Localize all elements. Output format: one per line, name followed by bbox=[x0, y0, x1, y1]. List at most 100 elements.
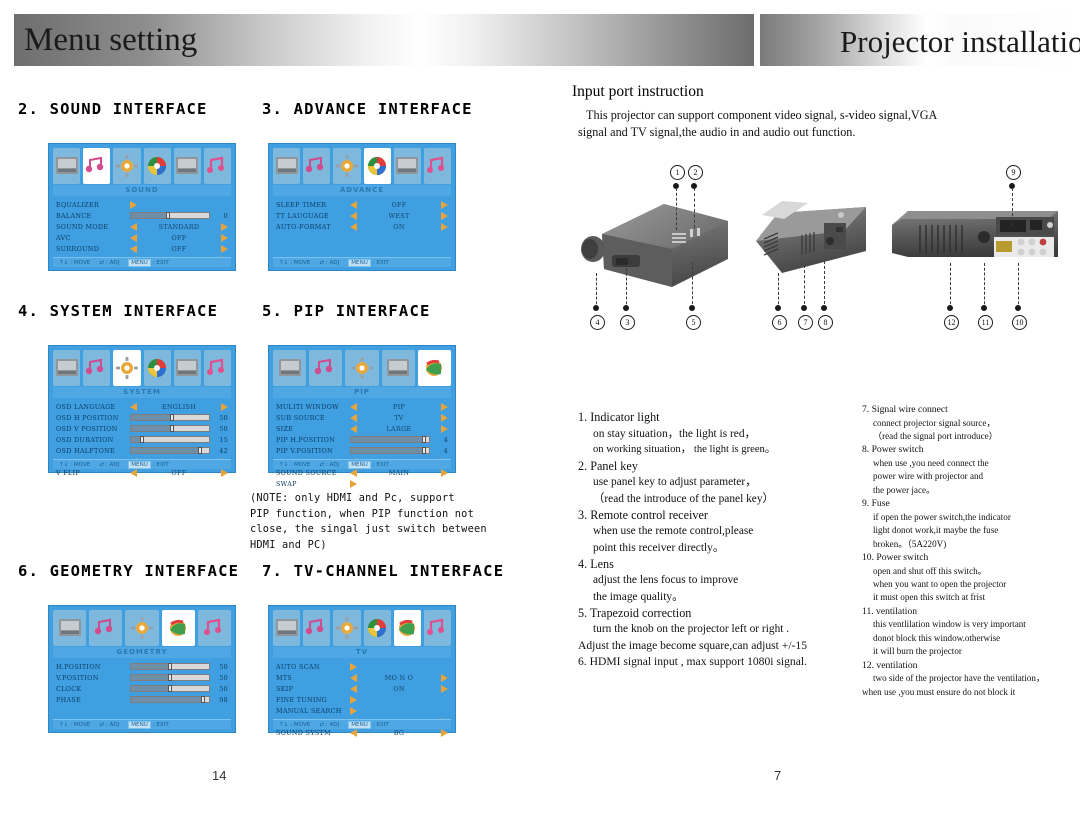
osd-tab-geometry[interactable] bbox=[161, 610, 195, 646]
osd-row-control[interactable] bbox=[350, 479, 448, 488]
right-arrow-icon[interactable] bbox=[441, 200, 448, 209]
osd-row-control[interactable]: 50 bbox=[130, 684, 228, 693]
osd-row[interactable]: V.POSITION 50 bbox=[56, 672, 228, 683]
osd-slider[interactable] bbox=[130, 436, 210, 443]
osd-row[interactable]: SUB SOURCE TV bbox=[276, 412, 448, 423]
osd-tab-sound[interactable] bbox=[303, 148, 331, 184]
osd-tab-pip-music[interactable] bbox=[423, 148, 452, 184]
right-arrow-icon[interactable] bbox=[441, 413, 448, 422]
osd-row[interactable]: H.POSITION 50 bbox=[56, 661, 228, 672]
osd-row[interactable]: SOUND MODE STANDARD bbox=[56, 221, 228, 232]
left-arrow-icon[interactable] bbox=[350, 684, 357, 693]
osd-row[interactable]: OSD LANGUAGE ENGLISH bbox=[56, 401, 228, 412]
osd-tab-pip-music[interactable] bbox=[203, 148, 232, 184]
right-arrow-icon[interactable] bbox=[350, 706, 357, 715]
osd-tab-tv-source[interactable] bbox=[173, 148, 201, 184]
right-arrow-icon[interactable] bbox=[221, 468, 228, 477]
osd-tab-pip-music[interactable] bbox=[203, 350, 232, 386]
osd-tab-tv-source[interactable] bbox=[393, 148, 421, 184]
osd-tab-system-gear[interactable] bbox=[125, 610, 159, 646]
osd-row-control[interactable]: MAIN bbox=[350, 468, 448, 477]
osd-row[interactable]: MULITI WINDOW PIP bbox=[276, 401, 448, 412]
osd-row-control[interactable]: 50 bbox=[130, 673, 228, 682]
osd-slider[interactable] bbox=[350, 447, 430, 454]
right-arrow-icon[interactable] bbox=[441, 468, 448, 477]
osd-row-control[interactable]: ON bbox=[350, 222, 448, 231]
left-arrow-icon[interactable] bbox=[350, 728, 357, 737]
osd-row-control[interactable]: LARGE bbox=[350, 424, 448, 433]
left-arrow-icon[interactable] bbox=[130, 222, 137, 231]
left-arrow-icon[interactable] bbox=[350, 211, 357, 220]
left-arrow-icon[interactable] bbox=[350, 402, 357, 411]
osd-slider[interactable] bbox=[130, 685, 210, 692]
left-arrow-icon[interactable] bbox=[130, 468, 137, 477]
left-arrow-icon[interactable] bbox=[350, 468, 357, 477]
right-arrow-icon[interactable] bbox=[221, 244, 228, 253]
right-arrow-icon[interactable] bbox=[441, 424, 448, 433]
osd-tab-geometry[interactable] bbox=[417, 350, 452, 386]
osd-row-control[interactable]: OFF bbox=[130, 468, 228, 477]
osd-row[interactable]: PIP V.POSITION 4 bbox=[276, 445, 448, 456]
osd-tab-pip-music[interactable] bbox=[423, 610, 452, 646]
osd-row-control[interactable]: 50 bbox=[130, 413, 228, 422]
right-arrow-icon[interactable] bbox=[350, 662, 357, 671]
osd-tab-system-gear[interactable] bbox=[113, 350, 141, 386]
osd-row[interactable]: MTS MO N O bbox=[276, 672, 448, 683]
osd-row-control[interactable]: BG bbox=[350, 728, 448, 737]
osd-slider[interactable] bbox=[130, 663, 210, 670]
osd-row-control[interactable]: 4 bbox=[350, 446, 448, 455]
osd-row-control[interactable]: 15 bbox=[130, 435, 228, 444]
osd-row[interactable]: PHASE 98 bbox=[56, 694, 228, 705]
osd-row-control[interactable] bbox=[350, 695, 448, 704]
osd-tab-tv-source[interactable] bbox=[273, 350, 307, 386]
osd-row[interactable]: PIP H.POSITION 4 bbox=[276, 434, 448, 445]
osd-slider[interactable] bbox=[130, 212, 210, 219]
osd-tab-system-gear[interactable] bbox=[113, 148, 141, 184]
right-arrow-icon[interactable] bbox=[221, 222, 228, 231]
osd-row[interactable]: OSD H POSITION 50 bbox=[56, 412, 228, 423]
osd-tab-tv-source[interactable] bbox=[53, 350, 81, 386]
osd-row-control[interactable] bbox=[350, 662, 448, 671]
osd-tab-tv-source[interactable] bbox=[173, 350, 201, 386]
osd-tab-tv-source[interactable] bbox=[273, 610, 301, 646]
right-arrow-icon[interactable] bbox=[441, 402, 448, 411]
osd-row[interactable]: OSD DURATION 15 bbox=[56, 434, 228, 445]
osd-tab-sound[interactable] bbox=[303, 610, 331, 646]
right-arrow-icon[interactable] bbox=[441, 222, 448, 231]
right-arrow-icon[interactable] bbox=[130, 200, 137, 209]
left-arrow-icon[interactable] bbox=[350, 673, 357, 682]
left-arrow-icon[interactable] bbox=[350, 413, 357, 422]
right-arrow-icon[interactable] bbox=[221, 233, 228, 242]
osd-row-control[interactable]: 50 bbox=[130, 662, 228, 671]
osd-tab-advance-color-wheel[interactable] bbox=[363, 610, 391, 646]
osd-slider[interactable] bbox=[130, 696, 210, 703]
osd-row[interactable]: TT LAUGUAGE WEST bbox=[276, 210, 448, 221]
osd-tab-system-gear[interactable] bbox=[333, 148, 361, 184]
osd-row-control[interactable]: 98 bbox=[130, 695, 228, 704]
osd-row[interactable]: SKIP ON bbox=[276, 683, 448, 694]
osd-slider[interactable] bbox=[350, 436, 430, 443]
osd-row[interactable]: AVC OFF bbox=[56, 232, 228, 243]
osd-row-control[interactable]: TV bbox=[350, 413, 448, 422]
osd-slider[interactable] bbox=[130, 674, 210, 681]
osd-tab-sound[interactable] bbox=[89, 610, 123, 646]
osd-row-control[interactable]: ON bbox=[350, 684, 448, 693]
osd-row-control[interactable]: STANDARD bbox=[130, 222, 228, 231]
left-arrow-icon[interactable] bbox=[130, 233, 137, 242]
osd-row[interactable]: OSD HALFTONE 42 bbox=[56, 445, 228, 456]
osd-row-control[interactable]: PIP bbox=[350, 402, 448, 411]
osd-row-control[interactable]: OFF bbox=[130, 233, 228, 242]
osd-tab-tv-source[interactable] bbox=[273, 148, 301, 184]
right-arrow-icon[interactable] bbox=[221, 402, 228, 411]
left-arrow-icon[interactable] bbox=[350, 424, 357, 433]
osd-row-control[interactable]: 50 bbox=[130, 424, 228, 433]
osd-row-control[interactable]: 4 bbox=[350, 435, 448, 444]
right-arrow-icon[interactable] bbox=[350, 479, 357, 488]
osd-tab-geometry[interactable] bbox=[393, 610, 421, 646]
osd-tab-tv-source[interactable] bbox=[381, 350, 415, 386]
osd-tab-sound[interactable] bbox=[83, 350, 111, 386]
right-arrow-icon[interactable] bbox=[441, 211, 448, 220]
osd-tab-sound[interactable] bbox=[83, 148, 111, 184]
left-arrow-icon[interactable] bbox=[350, 200, 357, 209]
osd-tab-system-gear[interactable] bbox=[345, 350, 379, 386]
